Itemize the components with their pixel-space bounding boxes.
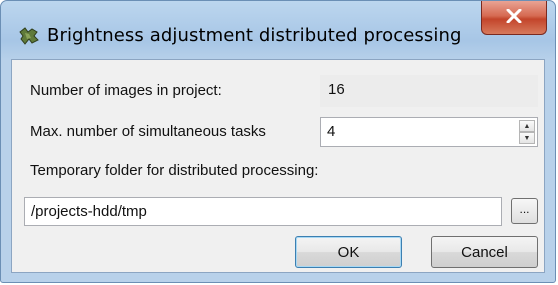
puzzle-icon xyxy=(17,26,41,46)
ok-button[interactable]: OK xyxy=(295,236,402,268)
images-count-label: Number of images in project: xyxy=(30,82,222,99)
browse-button[interactable]: ... xyxy=(511,198,538,224)
dialog-content: Number of images in project: 16 Max. num… xyxy=(11,59,545,273)
spin-down-icon[interactable]: ▼ xyxy=(519,132,535,144)
close-button[interactable] xyxy=(481,1,547,35)
ok-button-label: OK xyxy=(337,243,360,261)
max-tasks-label: Max. number of simultaneous tasks xyxy=(30,123,266,140)
close-icon xyxy=(506,8,522,27)
dialog-window: Brightness adjustment distributed proces… xyxy=(0,0,556,283)
images-count-value: 16 xyxy=(320,75,538,107)
spin-arrows: ▲ ▼ xyxy=(519,120,535,144)
cancel-button[interactable]: Cancel xyxy=(431,236,538,268)
window-title: Brightness adjustment distributed proces… xyxy=(47,25,462,46)
max-tasks-spinbox[interactable]: 4 ▲ ▼ xyxy=(320,117,538,147)
max-tasks-value[interactable]: 4 xyxy=(327,123,335,140)
title-bar: Brightness adjustment distributed proces… xyxy=(1,1,555,59)
spin-up-icon[interactable]: ▲ xyxy=(519,120,535,132)
cancel-button-label: Cancel xyxy=(461,243,508,261)
temp-folder-input[interactable]: /projects-hdd/tmp xyxy=(24,197,502,226)
temp-folder-label: Temporary folder for distributed process… xyxy=(30,162,319,179)
